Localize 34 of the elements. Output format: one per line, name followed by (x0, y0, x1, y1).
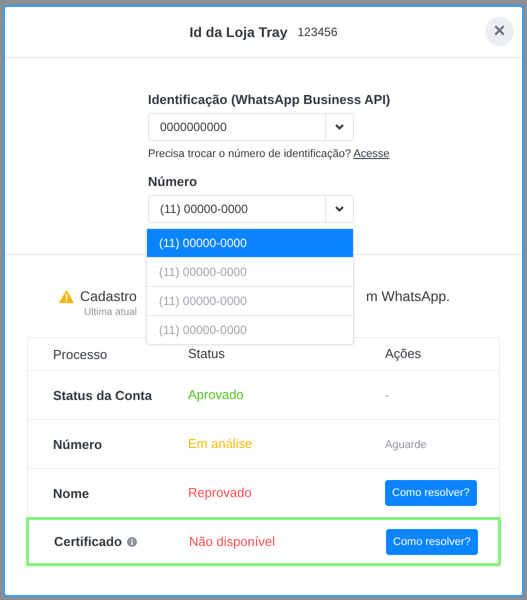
column-header: Processo (53, 346, 108, 362)
identification-select[interactable]: 0000000000 (148, 113, 354, 141)
dropdown-option[interactable]: (11) 00000-0000 (147, 286, 353, 315)
action-text: Aguarde (385, 439, 427, 451)
column-header: Status (188, 346, 225, 361)
column-header: Ações (385, 346, 422, 361)
field-label: Número (148, 174, 198, 189)
modal-title: Id da Loja Tray (189, 24, 288, 40)
store-id: 123456 (297, 25, 338, 39)
warning-text: Cadastro (80, 288, 137, 304)
process-name: Número (53, 436, 102, 452)
status-text: Reprovado (188, 485, 252, 500)
help-text: Precisa trocar o número de identificação? Acesse (148, 148, 391, 160)
chevron-down-icon (335, 124, 344, 130)
dropdown-option[interactable]: (11) 00000-0000 (147, 229, 353, 257)
warning-icon (59, 290, 74, 302)
status-text: Em análise (188, 436, 252, 451)
process-name: Certificado (54, 534, 122, 549)
warning-text: m WhatsApp. (366, 288, 450, 304)
update-text: Ultima atual (84, 307, 137, 318)
close-button[interactable]: × (485, 17, 514, 46)
dropdown-option[interactable]: (11) 00000-0000 (147, 257, 353, 286)
dropdown-option[interactable]: (11) 00000-0000 (147, 315, 353, 344)
action-text: - (385, 390, 389, 402)
chevron-down-icon (335, 206, 344, 212)
status-text: Não disponível (189, 534, 275, 548)
number-select[interactable]: (11) 00000-0000 (148, 195, 354, 223)
access-link[interactable]: Acesse (353, 148, 390, 160)
resolve-button[interactable]: Como resolver? (385, 480, 477, 506)
process-name: Nome (53, 486, 90, 500)
field-label: Identificação (WhatsApp Business API) (148, 92, 392, 107)
process-name: Status da Conta (53, 388, 152, 402)
status-text: Aprovado (188, 387, 244, 402)
resolve-button[interactable]: Como resolver? (386, 528, 478, 554)
